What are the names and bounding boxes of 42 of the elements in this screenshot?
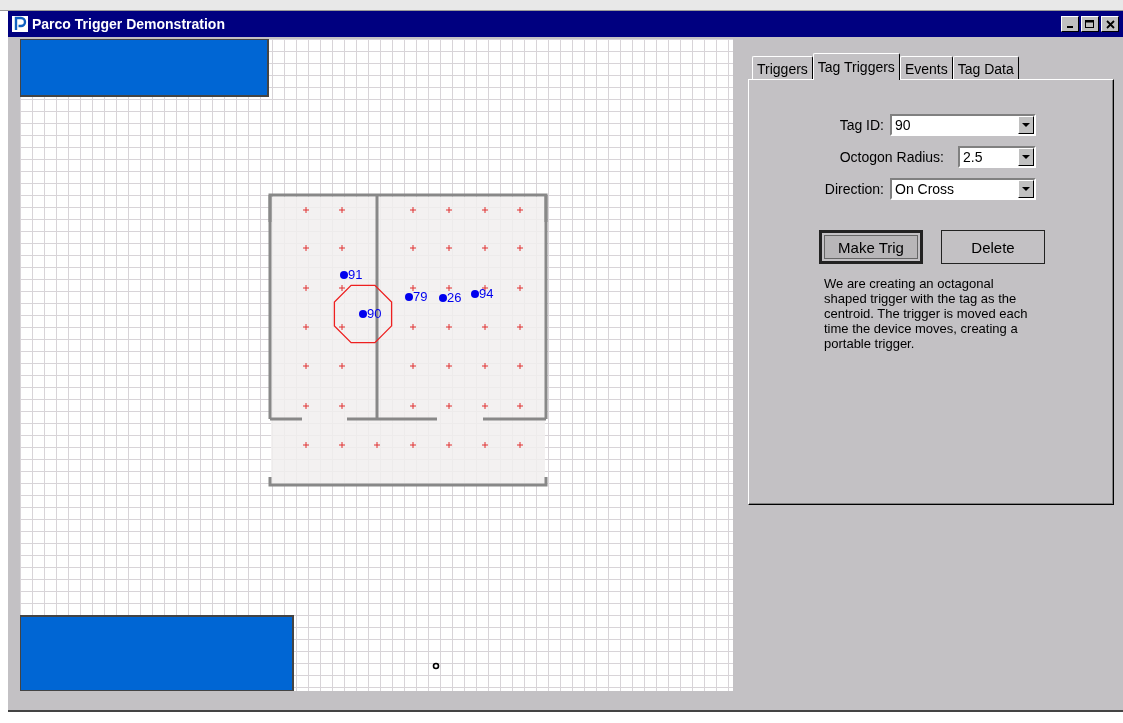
tab[interactable]: Events — [899, 56, 953, 79]
field-label: Direction: — [824, 181, 884, 197]
floor-plan-grid[interactable]: 91 79 26 94 90 — [20, 39, 733, 691]
field-label: Octogon Radius: — [839, 149, 944, 165]
minimize-icon — [1067, 26, 1073, 28]
tag-dot-icon — [471, 290, 479, 298]
tag-label: 91 — [348, 267, 363, 282]
tag-dot-icon — [405, 293, 413, 301]
close-icon — [1105, 19, 1115, 29]
tag-marker[interactable]: 94 — [471, 286, 494, 301]
field-label: Tag ID: — [839, 117, 884, 133]
dropdown-field[interactable]: On Cross — [890, 178, 1036, 200]
tag-dot-icon — [439, 294, 447, 302]
tab[interactable]: Triggers — [752, 56, 813, 79]
tab[interactable]: Tag Data — [952, 56, 1019, 79]
tag-dot-icon — [359, 310, 367, 318]
maximize-button[interactable] — [1081, 16, 1099, 32]
dropdown-field[interactable]: 2.5 — [958, 146, 1036, 168]
tab[interactable]: Tag Triggers — [812, 53, 900, 80]
tag-dot-icon — [340, 271, 348, 279]
maximize-icon — [1085, 19, 1095, 29]
dropdown-field[interactable]: 90 — [890, 114, 1036, 136]
tag-marker[interactable]: 79 — [405, 289, 428, 304]
tag-label: 90 — [367, 306, 382, 321]
dropdown-arrow-icon — [1022, 154, 1030, 160]
anchor-point-icon — [432, 662, 440, 670]
dropdown-arrow-icon — [1022, 186, 1030, 192]
app-logo-icon — [11, 15, 29, 33]
tag-label: 26 — [447, 290, 462, 305]
octagon-trigger-shape — [333, 284, 393, 344]
window-title: Parco Trigger Demonstration — [32, 16, 226, 32]
action-button[interactable]: Delete — [941, 230, 1045, 264]
dropdown-arrow-icon — [1022, 122, 1030, 128]
tag-marker[interactable]: 26 — [439, 290, 462, 305]
tag-label: 79 — [413, 289, 428, 304]
close-button[interactable] — [1101, 16, 1119, 32]
action-button[interactable]: Make Trig — [819, 230, 923, 264]
tag-marker[interactable]: 90 — [333, 284, 393, 344]
tag-label: 94 — [479, 286, 494, 301]
minimize-button[interactable] — [1061, 16, 1079, 32]
tag-marker[interactable]: 91 — [340, 267, 363, 282]
description-text: We are creating an octagonal shaped trigger with the tag as the centroid. The trigger is moved each time the device moves, creating a portable trigger. — [824, 276, 1029, 351]
